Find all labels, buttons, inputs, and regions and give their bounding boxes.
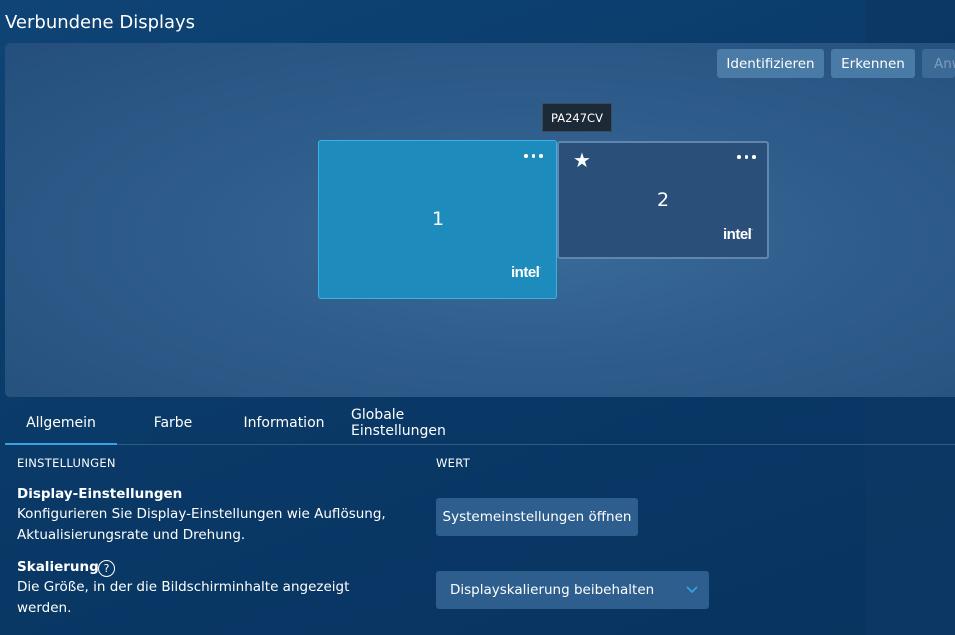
settings-tabs: Allgemein Farbe Information Globale Eins… [5,402,955,445]
display-2-number: 2 [657,189,670,211]
scaling-dropdown-value: Displayskalierung beibehalten [450,582,655,598]
intel-logo-icon: intel. [723,226,753,243]
chevron-down-icon [686,586,698,594]
display-2-tile[interactable]: ★ 2 intel. [557,141,769,259]
scaling-dropdown[interactable]: Displayskalierung beibehalten [436,571,709,609]
help-icon[interactable]: ? [98,560,115,577]
settings-column-header: EINSTELLUNGEN [17,456,116,470]
intel-logo-icon: intel. [511,264,541,281]
primary-display-star-icon: ★ [573,148,591,172]
tab-information[interactable]: Information [241,402,327,444]
display-2-more-options-icon[interactable] [737,155,756,159]
display-name-tooltip: PA247CV [542,103,612,132]
display-1-number: 1 [432,208,445,230]
section-title: Verbundene Displays [5,12,196,33]
value-column-header: WERT [436,456,471,470]
tab-farbe[interactable]: Farbe [127,402,219,444]
tab-globale-einstellungen[interactable]: Globale Einstellungen [351,402,497,444]
open-system-settings-button[interactable]: Systemeinstellungen öffnen [436,498,638,536]
scaling-description: Die Größe, in der die Bildschirminhalte … [17,579,350,616]
display-settings-description: Konfigurieren Sie Display-Einstellungen … [17,506,386,543]
display-1-more-options-icon[interactable] [524,154,543,158]
display-1-tile[interactable]: 1 intel. [318,140,557,299]
display-settings-title: Display-Einstellungen [17,486,183,502]
detect-button[interactable]: Erkennen [831,49,915,78]
tab-allgemein[interactable]: Allgemein [5,402,117,445]
apply-button[interactable]: Anwenden [922,49,955,78]
scaling-title: Skalierung [17,559,99,575]
identify-button[interactable]: Identifizieren [717,49,824,78]
